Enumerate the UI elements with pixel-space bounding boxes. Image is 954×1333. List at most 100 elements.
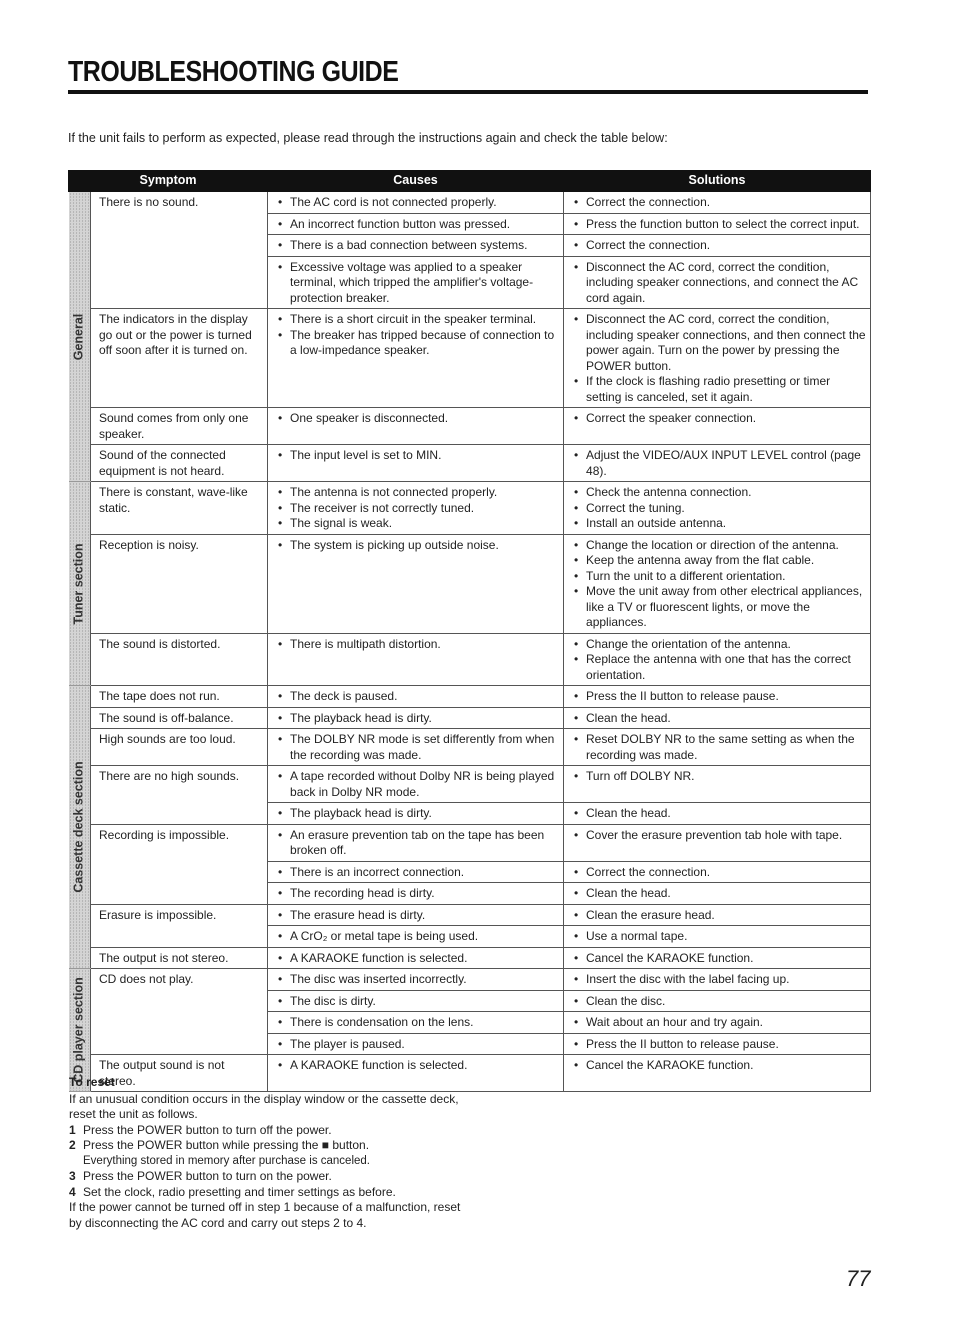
table-row: CD player sectionCD does not play. The di… (68, 968, 872, 1092)
header-causes: Causes (267, 170, 565, 192)
solutions-cell: Check the antenna connection.Correct the… (563, 481, 872, 535)
solutions-cell: Correct the connection. (563, 191, 872, 214)
reset-section: To reset If an unusual condition occurs … (69, 1075, 469, 1231)
solutions-list: Turn off DOLBY NR. (572, 769, 866, 785)
causes-cell: There is condensation on the lens. (267, 1011, 565, 1034)
solutions-list: Cover the erasure prevention tab hole wi… (572, 828, 866, 844)
solution-item: Correct the connection. (572, 195, 866, 211)
solution-item: Cancel the KARAOKE function. (572, 951, 866, 967)
section-label: CD player section (71, 977, 86, 1083)
intro-text: If the unit fails to perform as expected… (68, 131, 668, 145)
solutions-list: Disconnect the AC cord, correct the cond… (572, 260, 866, 307)
reset-step: 4 Set the clock, radio presetting and tim… (69, 1185, 469, 1201)
solution-item: Turn the unit to a different orientation… (572, 569, 866, 585)
solution-item: Clean the erasure head. (572, 908, 866, 924)
causes-cell: An erasure prevention tab on the tape ha… (267, 823, 565, 862)
solutions-cell: Cancel the KARAOKE function. (563, 1054, 872, 1092)
causes-list: The player is paused. (276, 1037, 559, 1053)
causes-list: There is condensation on the lens. (276, 1015, 559, 1031)
section-label: Cassette deck section (71, 761, 86, 893)
causes-list: A KARAOKE function is selected. (276, 951, 559, 967)
solution-item: Replace the antenna with one that has th… (572, 652, 866, 683)
cause-item: There is a bad connection between system… (276, 238, 559, 254)
causes-list: The system is picking up outside noise. (276, 538, 559, 554)
table-row: The indicators in the display go out or … (69, 308, 872, 408)
solutions-list: Clean the disc. (572, 994, 866, 1010)
symptom-cell: High sounds are too loud. (89, 728, 269, 766)
cause-item: An incorrect function button was pressed… (276, 217, 559, 233)
troubleshooting-table: Symptom Causes Solutions General There is… (67, 170, 872, 1092)
solutions-list: Correct the connection. (572, 195, 866, 211)
cause-item: The erasure head is dirty. (276, 908, 559, 924)
causes-list: There is multipath distortion. (276, 637, 559, 653)
cause-item: The recording head is dirty. (276, 886, 559, 902)
reset-step-line: 2 Press the POWER button while pressing t… (69, 1138, 469, 1154)
reset-step: 1 Press the POWER button to turn off the … (69, 1123, 469, 1139)
table-row: Sound comes from only one speaker. One sp… (69, 407, 872, 445)
solution-item: Install an outside antenna. (572, 516, 866, 532)
solution-item: Correct the connection. (572, 238, 866, 254)
reset-outro: If the power cannot be turned off in ste… (69, 1200, 461, 1230)
cause-item: The breaker has tripped because of conne… (276, 328, 559, 359)
solutions-cell: Clean the disc. (563, 989, 872, 1012)
cause-item: The antenna is not connected properly. (276, 485, 559, 501)
solution-item: Use a normal tape. (572, 929, 866, 945)
solutions-cell: Reset DOLBY NR to the same setting as wh… (563, 728, 872, 766)
solutions-list: Clean the head. (572, 806, 866, 822)
reset-step: 2 Press the POWER button while pressing t… (69, 1138, 469, 1169)
step-number: 2 (69, 1138, 76, 1152)
solutions-cell: Press the II button to release pause. (563, 685, 872, 708)
solutions-cell: Use a normal tape. (563, 925, 872, 948)
causes-list: The recording head is dirty. (276, 886, 559, 902)
causes-list: Excessive voltage was applied to a speak… (276, 260, 559, 307)
causes-cell: The input level is set to MIN. (267, 444, 565, 482)
solution-item: Correct the speaker connection. (572, 411, 866, 427)
solutions-cell: Change the orientation of the antenna.Re… (563, 632, 872, 686)
cause-item: The receiver is not correctly tuned. (276, 501, 559, 517)
solution-item: Press the II button to release pause. (572, 689, 866, 705)
reset-step-line: 3 Press the POWER button to turn on the p… (69, 1169, 469, 1185)
solution-item: Move the unit away from other electrical… (572, 584, 866, 631)
symptom-cell: The tape does not run. (89, 685, 269, 708)
title-rule (68, 90, 868, 94)
cause-item: The system is picking up outside noise. (276, 538, 559, 554)
solution-item: Disconnect the AC cord, correct the cond… (572, 312, 866, 374)
solutions-cell: Turn off DOLBY NR. (563, 765, 872, 803)
solution-item: If the clock is flashing radio presettin… (572, 374, 866, 405)
solution-item: Disconnect the AC cord, correct the cond… (572, 260, 866, 307)
causes-cell: The player is paused. (267, 1032, 565, 1055)
step-text: Press the POWER button to turn off the p… (83, 1122, 332, 1137)
section-band-cassette-deck-section: Cassette deck section (68, 685, 91, 969)
causes-list: The playback head is dirty. (276, 806, 559, 822)
table-row: Tuner section There is constant, wave-lik… (68, 481, 872, 686)
solution-item: Press the function button to select the … (572, 217, 866, 233)
solutions-cell: Change the location or direction of the … (563, 533, 872, 634)
cause-item: There is multipath distortion. (276, 637, 559, 653)
cause-item: A tape recorded without Dolby NR is bein… (276, 769, 559, 800)
symptom-cell: There is constant, wave-like static. (89, 481, 269, 535)
cause-item: An erasure prevention tab on the tape ha… (276, 828, 559, 859)
cause-item: The input level is set to MIN. (276, 448, 559, 464)
solution-item: Clean the disc. (572, 994, 866, 1010)
table-row: Reception is noisy. The system is picking… (69, 533, 872, 634)
solution-item: Change the location or direction of the … (572, 538, 866, 554)
step-number: 1 (69, 1122, 76, 1137)
causes-list: The disc was inserted incorrectly. (276, 972, 559, 988)
table-body: GeneralThere is no sound. The AC cord is … (68, 191, 872, 1092)
table-row: Sound of the connected equipment is not … (69, 444, 872, 482)
symptom-cell: Reception is noisy. (89, 533, 269, 634)
causes-list: One speaker is disconnected. (276, 411, 559, 427)
causes-cell: There is an incorrect connection. (267, 860, 565, 883)
reset-step-line: 1 Press the POWER button to turn off the … (69, 1123, 469, 1139)
solutions-list: Correct the connection. (572, 865, 866, 881)
causes-cell: There is multipath distortion. (267, 632, 565, 686)
causes-cell: A KARAOKE function is selected. (267, 946, 565, 969)
solution-item: Cancel the KARAOKE function. (572, 1058, 866, 1074)
cause-item: A KARAOKE function is selected. (276, 951, 559, 967)
solutions-cell: Correct the connection. (563, 234, 872, 257)
section-label: Tuner section (71, 542, 86, 625)
causes-list: A tape recorded without Dolby NR is bein… (276, 769, 559, 800)
causes-cell: A CrO₂ or metal tape is being used. (267, 925, 565, 948)
cause-item: One speaker is disconnected. (276, 411, 559, 427)
causes-cell: One speaker is disconnected. (267, 407, 565, 445)
